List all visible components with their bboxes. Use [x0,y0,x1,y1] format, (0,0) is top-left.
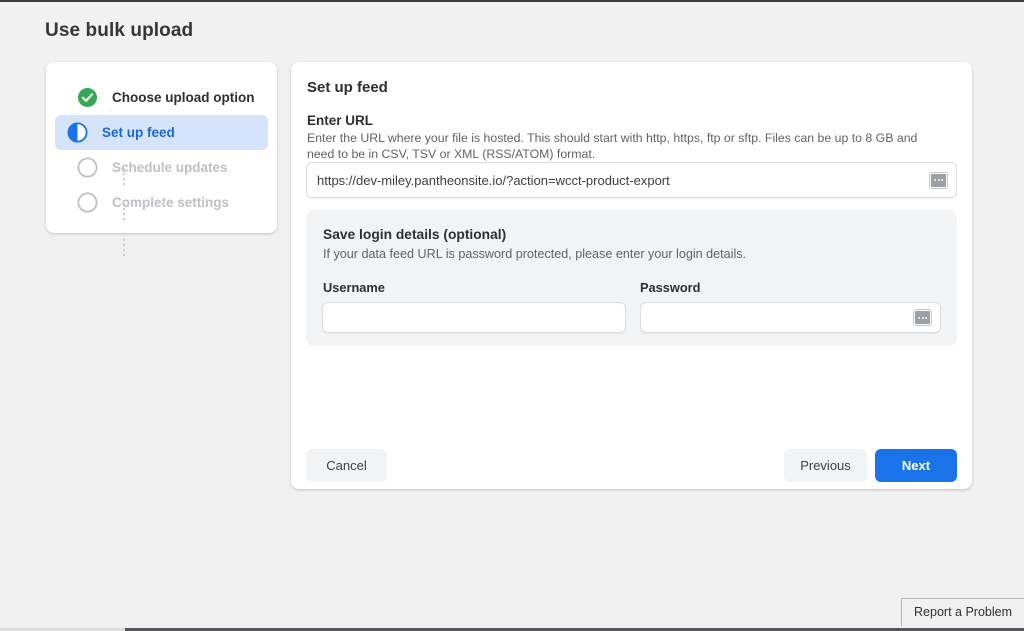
sidebar-step-schedule-updates[interactable]: Schedule updates [56,150,267,185]
username-input[interactable] [323,303,625,332]
step-connector-1 [123,168,125,185]
sidebar-step-set-up-feed[interactable]: Set up feed [55,115,268,150]
password-input-wrapper[interactable] [640,302,941,333]
sidebar-step-choose-upload-option[interactable]: Choose upload option [56,80,267,115]
next-button[interactable]: Next [875,449,957,482]
step-connector-2 [123,203,125,220]
url-input-wrapper[interactable] [306,162,957,198]
sidebar-step-label: Set up feed [102,125,175,140]
stepper-sidebar: Choose upload option Set up feed Schedul… [46,62,277,233]
page-title: Use bulk upload [45,20,193,42]
viewport-top-border [0,0,1024,2]
sidebar-step-complete-settings[interactable]: Complete settings [56,185,267,220]
sidebar-step-label: Schedule updates [112,160,228,175]
step-connector-3 [123,239,125,256]
set-up-feed-panel: Set up feed Enter URL Enter the URL wher… [291,62,972,489]
empty-circle-icon [77,157,98,178]
login-details-description: If your data feed URL is password protec… [323,247,746,261]
autofill-key-icon[interactable] [914,310,931,325]
panel-heading: Set up feed [307,79,388,96]
sidebar-step-label: Complete settings [112,195,229,210]
sidebar-step-label: Choose upload option [112,90,254,105]
save-login-details-box: Save login details (optional) If your da… [306,210,957,346]
check-circle-icon [77,87,98,108]
login-details-title: Save login details (optional) [323,227,506,242]
enter-url-label: Enter URL [307,113,373,128]
enter-url-description: Enter the URL where your file is hosted.… [307,130,947,162]
report-a-problem-button[interactable]: Report a Problem [901,598,1024,626]
password-label: Password [640,280,700,295]
password-input[interactable] [641,303,914,332]
username-input-wrapper[interactable] [322,302,626,333]
empty-circle-icon [77,192,98,213]
previous-button[interactable]: Previous [784,449,867,482]
url-input[interactable] [307,163,930,197]
username-label: Username [323,280,385,295]
autofill-key-icon[interactable] [930,173,947,188]
half-filled-circle-icon [67,122,88,143]
cancel-button[interactable]: Cancel [306,449,387,482]
